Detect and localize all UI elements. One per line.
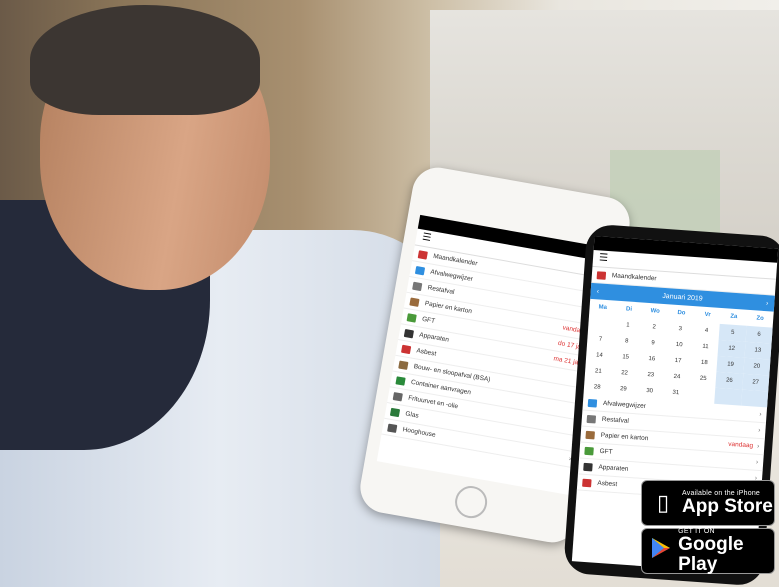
waste-type-icon <box>582 478 592 487</box>
calendar-day[interactable]: 4 <box>693 322 720 340</box>
calendar-day[interactable]: 8 <box>613 333 640 351</box>
calendar-day[interactable]: 27 <box>741 373 770 392</box>
calendar-day[interactable]: 22 <box>611 365 638 383</box>
calendar-day[interactable]: 24 <box>663 368 690 386</box>
weekday-label: Di <box>625 306 633 313</box>
waste-type-icon <box>403 328 415 338</box>
calendar-grid: Ma Di Wo Do Vr Za Zo 1 2 3 4 5 6 7 8 9 10 11 12 13 14 15 16 17 1… <box>584 299 774 408</box>
chevron-right-icon: › <box>756 442 760 450</box>
calendar-day[interactable]: 21 <box>585 363 612 381</box>
weekday-label: Vr <box>704 311 711 319</box>
waste-type-icon <box>414 265 426 275</box>
calendar-day[interactable]: 14 <box>586 347 613 365</box>
waste-type-icon <box>585 430 595 439</box>
chevron-right-icon: › <box>759 410 762 419</box>
calendar-day[interactable]: 3 <box>667 320 694 338</box>
app-store-badge[interactable]: ▯ Available on the iPhone App Store <box>641 480 775 526</box>
calendar-icon <box>596 270 607 280</box>
google-play-badge[interactable]: GET IT ON Google Play <box>641 528 775 574</box>
calendar-day[interactable]: 31 <box>662 384 689 402</box>
calendar-day[interactable]: 15 <box>612 349 639 367</box>
calendar-day[interactable]: 19 <box>716 355 745 374</box>
calendar-day[interactable]: 7 <box>587 331 614 349</box>
calendar-day[interactable]: 12 <box>717 339 746 358</box>
waste-type-icon <box>586 414 597 424</box>
calendar-day[interactable]: 18 <box>691 354 718 372</box>
calendar-day <box>714 387 742 406</box>
calendar-day[interactable]: 28 <box>584 379 611 397</box>
waste-type-icon <box>401 344 412 354</box>
month-label: Januari 2019 <box>662 292 703 303</box>
apple-phone-icon: ▯ <box>656 490 670 515</box>
man-hair <box>30 5 260 115</box>
calendar-day[interactable]: 23 <box>637 366 664 384</box>
calendar-day[interactable]: 10 <box>666 336 693 354</box>
waste-type-icon <box>583 462 593 471</box>
waste-type-icon <box>392 391 403 401</box>
calendar-day[interactable]: 5 <box>719 323 747 342</box>
prev-month-icon[interactable]: ‹ <box>596 288 599 295</box>
next-month-icon[interactable]: › <box>766 300 769 307</box>
calendar-day[interactable]: 20 <box>743 357 771 376</box>
waste-type-icon <box>409 296 420 307</box>
waste-type-icon <box>417 249 428 260</box>
waste-type-icon <box>389 407 401 417</box>
calendar-day[interactable]: 26 <box>715 371 744 390</box>
calendar-day[interactable]: 9 <box>639 334 666 352</box>
photo-scene: ☰ Maandkalender›Afvalwegwijzer›Restafval… <box>0 0 779 587</box>
chevron-right-icon: › <box>758 426 761 435</box>
waste-type-icon <box>584 446 594 455</box>
google-play-icon <box>648 536 674 566</box>
calendar-day[interactable]: 11 <box>692 338 719 356</box>
appstore-big-text: App Store <box>682 495 773 517</box>
calendar-day <box>740 389 769 408</box>
weekday-label: Do <box>677 309 686 317</box>
calendar-day <box>688 386 715 404</box>
weekday-label: Zo <box>756 315 764 322</box>
googleplay-big-text: Google Play <box>678 533 744 575</box>
calendar-day[interactable]: 29 <box>610 380 637 398</box>
home-button[interactable] <box>452 483 490 521</box>
waste-type-icon <box>412 281 423 291</box>
calendar-day[interactable]: 6 <box>745 325 773 344</box>
calendar-day[interactable]: 17 <box>664 352 691 370</box>
calendar-day[interactable]: 25 <box>690 370 717 388</box>
waste-type-icon <box>406 312 417 323</box>
weekday-label: Za <box>730 313 738 321</box>
weekday-label: Wo <box>650 308 660 315</box>
calendar-day[interactable]: 1 <box>614 317 641 335</box>
pickup-date: vandaag <box>728 440 754 450</box>
weekday-label: Ma <box>598 304 608 312</box>
waste-type-icon <box>395 375 406 386</box>
calendar-day[interactable]: 16 <box>638 350 665 368</box>
calendar-day[interactable]: 2 <box>640 318 667 336</box>
chevron-right-icon: › <box>755 458 759 466</box>
calendar-day[interactable]: 13 <box>744 341 772 360</box>
waste-type-icon <box>387 423 398 433</box>
waste-type-icon <box>587 398 598 408</box>
calendar-day[interactable]: 30 <box>636 382 663 400</box>
calendar-day <box>588 315 615 333</box>
waste-type-icon <box>398 360 409 370</box>
